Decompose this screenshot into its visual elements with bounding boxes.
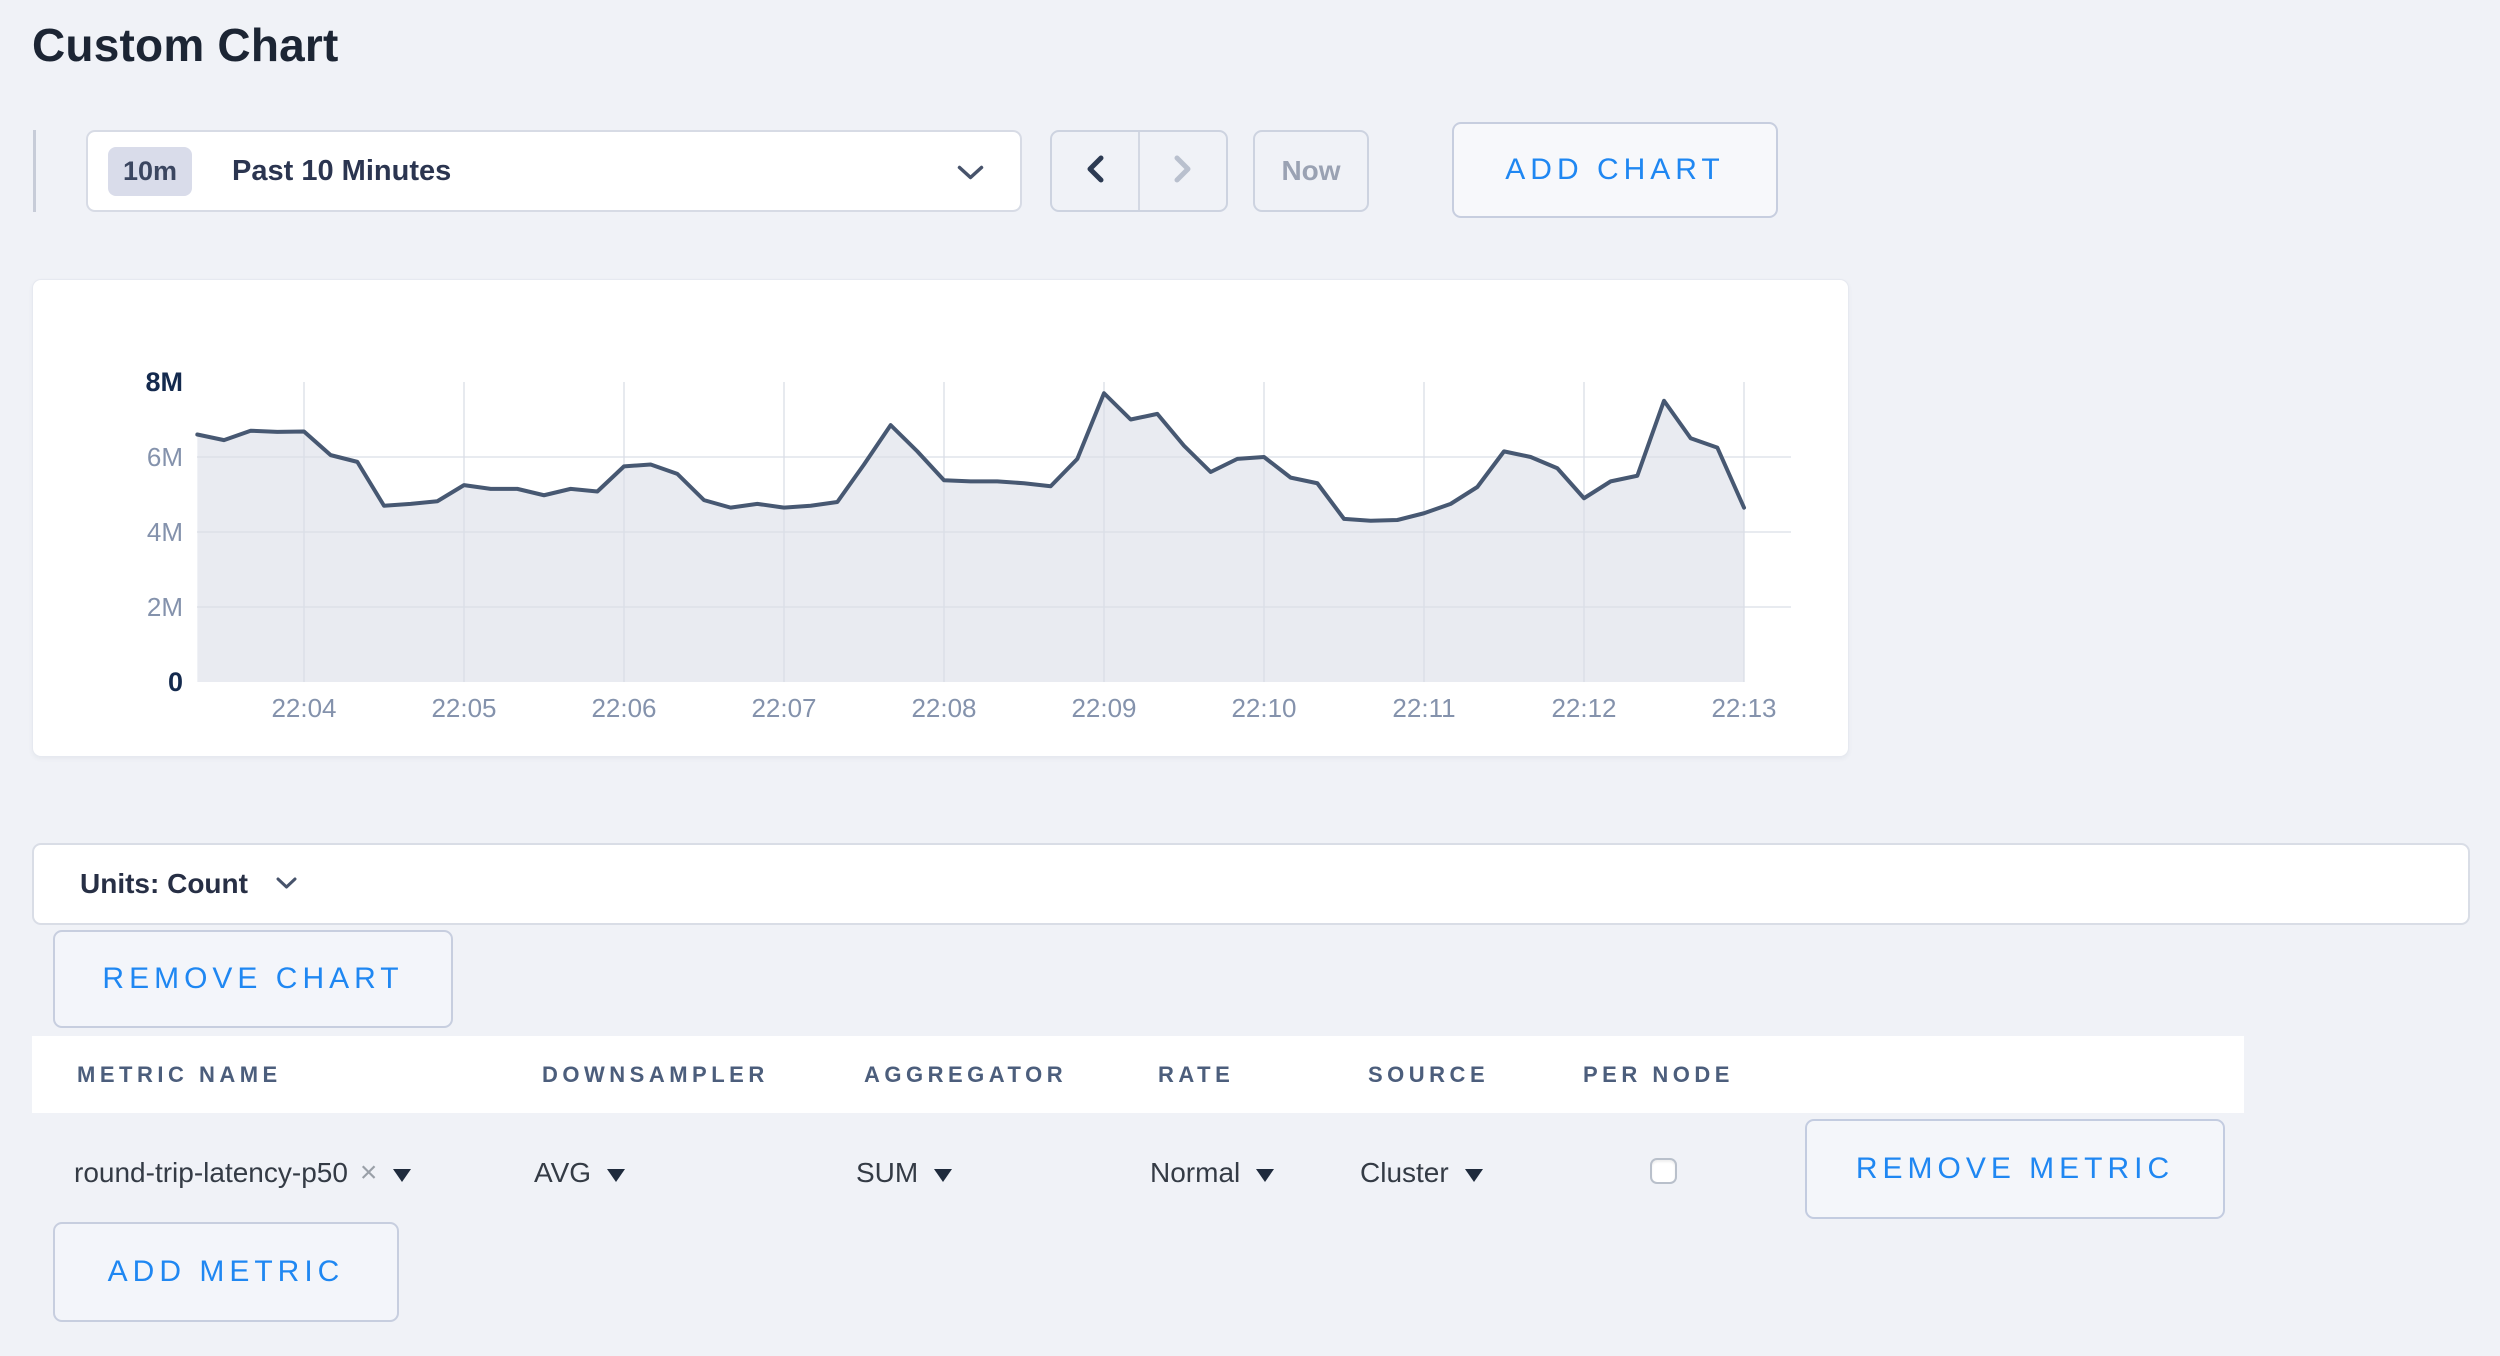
remove-metric-tag-icon[interactable]: ×: [360, 1156, 378, 1190]
add-chart-label: ADD CHART: [1505, 153, 1724, 187]
toolbar-left-divider: [33, 130, 36, 212]
time-range-label: Past 10 Minutes: [232, 155, 451, 188]
time-step-group: [1050, 130, 1228, 212]
time-range-select[interactable]: 10m Past 10 Minutes: [86, 130, 1022, 212]
now-button-label: Now: [1281, 155, 1340, 187]
per-node-checkbox[interactable]: [1650, 1158, 1677, 1184]
chart-card: 22:04 22:05 22:06 22:07 22:08 22:09 22:10 22:11…: [32, 279, 1849, 757]
triangle-down-icon: [1465, 1169, 1483, 1182]
svg-text:6M: 6M: [147, 442, 183, 472]
metric-name-select[interactable]: round-trip-latency-p50 ×: [74, 1143, 411, 1203]
svg-text:22:13: 22:13: [1711, 693, 1776, 723]
chevron-right-icon: [1172, 154, 1194, 189]
source-select[interactable]: Cluster: [1360, 1143, 1483, 1203]
svg-text:22:06: 22:06: [591, 693, 656, 723]
svg-text:22:12: 22:12: [1551, 693, 1616, 723]
downsampler-value: AVG: [534, 1157, 591, 1189]
col-header-per-node: PER NODE: [1583, 1036, 1734, 1113]
svg-text:4M: 4M: [147, 517, 183, 547]
col-header-rate: RATE: [1158, 1036, 1234, 1113]
triangle-down-icon: [393, 1169, 411, 1182]
svg-text:22:04: 22:04: [271, 693, 336, 723]
metric-name-value: round-trip-latency-p50: [74, 1157, 348, 1189]
chevron-left-icon: [1084, 154, 1106, 189]
svg-text:22:10: 22:10: [1231, 693, 1296, 723]
svg-text:0: 0: [168, 667, 183, 697]
col-header-aggregator: AGGREGATOR: [864, 1036, 1067, 1113]
svg-text:8M: 8M: [145, 367, 183, 397]
triangle-down-icon: [607, 1169, 625, 1182]
remove-metric-button[interactable]: REMOVE METRIC: [1805, 1119, 2225, 1219]
chevron-down-icon: [276, 877, 297, 895]
svg-text:2M: 2M: [147, 592, 183, 622]
chart-canvas: 22:04 22:05 22:06 22:07 22:08 22:09 22:10 22:11…: [33, 280, 1850, 758]
svg-text:22:09: 22:09: [1071, 693, 1136, 723]
add-chart-button[interactable]: ADD CHART: [1452, 122, 1778, 218]
svg-text:22:08: 22:08: [911, 693, 976, 723]
time-step-forward-button[interactable]: [1138, 132, 1226, 210]
aggregator-select[interactable]: SUM: [856, 1143, 952, 1203]
svg-text:22:07: 22:07: [751, 693, 816, 723]
remove-chart-button[interactable]: REMOVE CHART: [53, 930, 453, 1028]
units-select[interactable]: Units: Count: [32, 843, 2470, 925]
chevron-down-icon: [957, 165, 984, 186]
triangle-down-icon: [934, 1169, 952, 1182]
rate-value: Normal: [1150, 1157, 1240, 1189]
units-select-label: Units: Count: [80, 868, 248, 900]
now-button[interactable]: Now: [1253, 130, 1369, 212]
remove-chart-label: REMOVE CHART: [102, 962, 403, 996]
aggregator-value: SUM: [856, 1157, 918, 1189]
time-step-back-button[interactable]: [1052, 132, 1138, 210]
custom-chart-page: Custom Chart 10m Past 10 Minutes Now ADD…: [0, 0, 2500, 1356]
source-value: Cluster: [1360, 1157, 1449, 1189]
remove-metric-label: REMOVE METRIC: [1856, 1152, 2174, 1186]
page-title: Custom Chart: [32, 18, 339, 72]
add-metric-button[interactable]: ADD METRIC: [53, 1222, 399, 1322]
add-metric-label: ADD METRIC: [108, 1255, 345, 1289]
metrics-table-header: METRIC NAME DOWNSAMPLER AGGREGATOR RATE …: [32, 1036, 2244, 1113]
col-header-source: SOURCE: [1368, 1036, 1489, 1113]
rate-select[interactable]: Normal: [1150, 1143, 1274, 1203]
svg-text:22:05: 22:05: [431, 693, 496, 723]
triangle-down-icon: [1256, 1169, 1274, 1182]
downsampler-select[interactable]: AVG: [534, 1143, 625, 1203]
col-header-metric-name: METRIC NAME: [77, 1036, 282, 1113]
time-range-badge: 10m: [108, 147, 192, 196]
col-header-downsampler: DOWNSAMPLER: [542, 1036, 769, 1113]
svg-text:22:11: 22:11: [1392, 693, 1455, 723]
